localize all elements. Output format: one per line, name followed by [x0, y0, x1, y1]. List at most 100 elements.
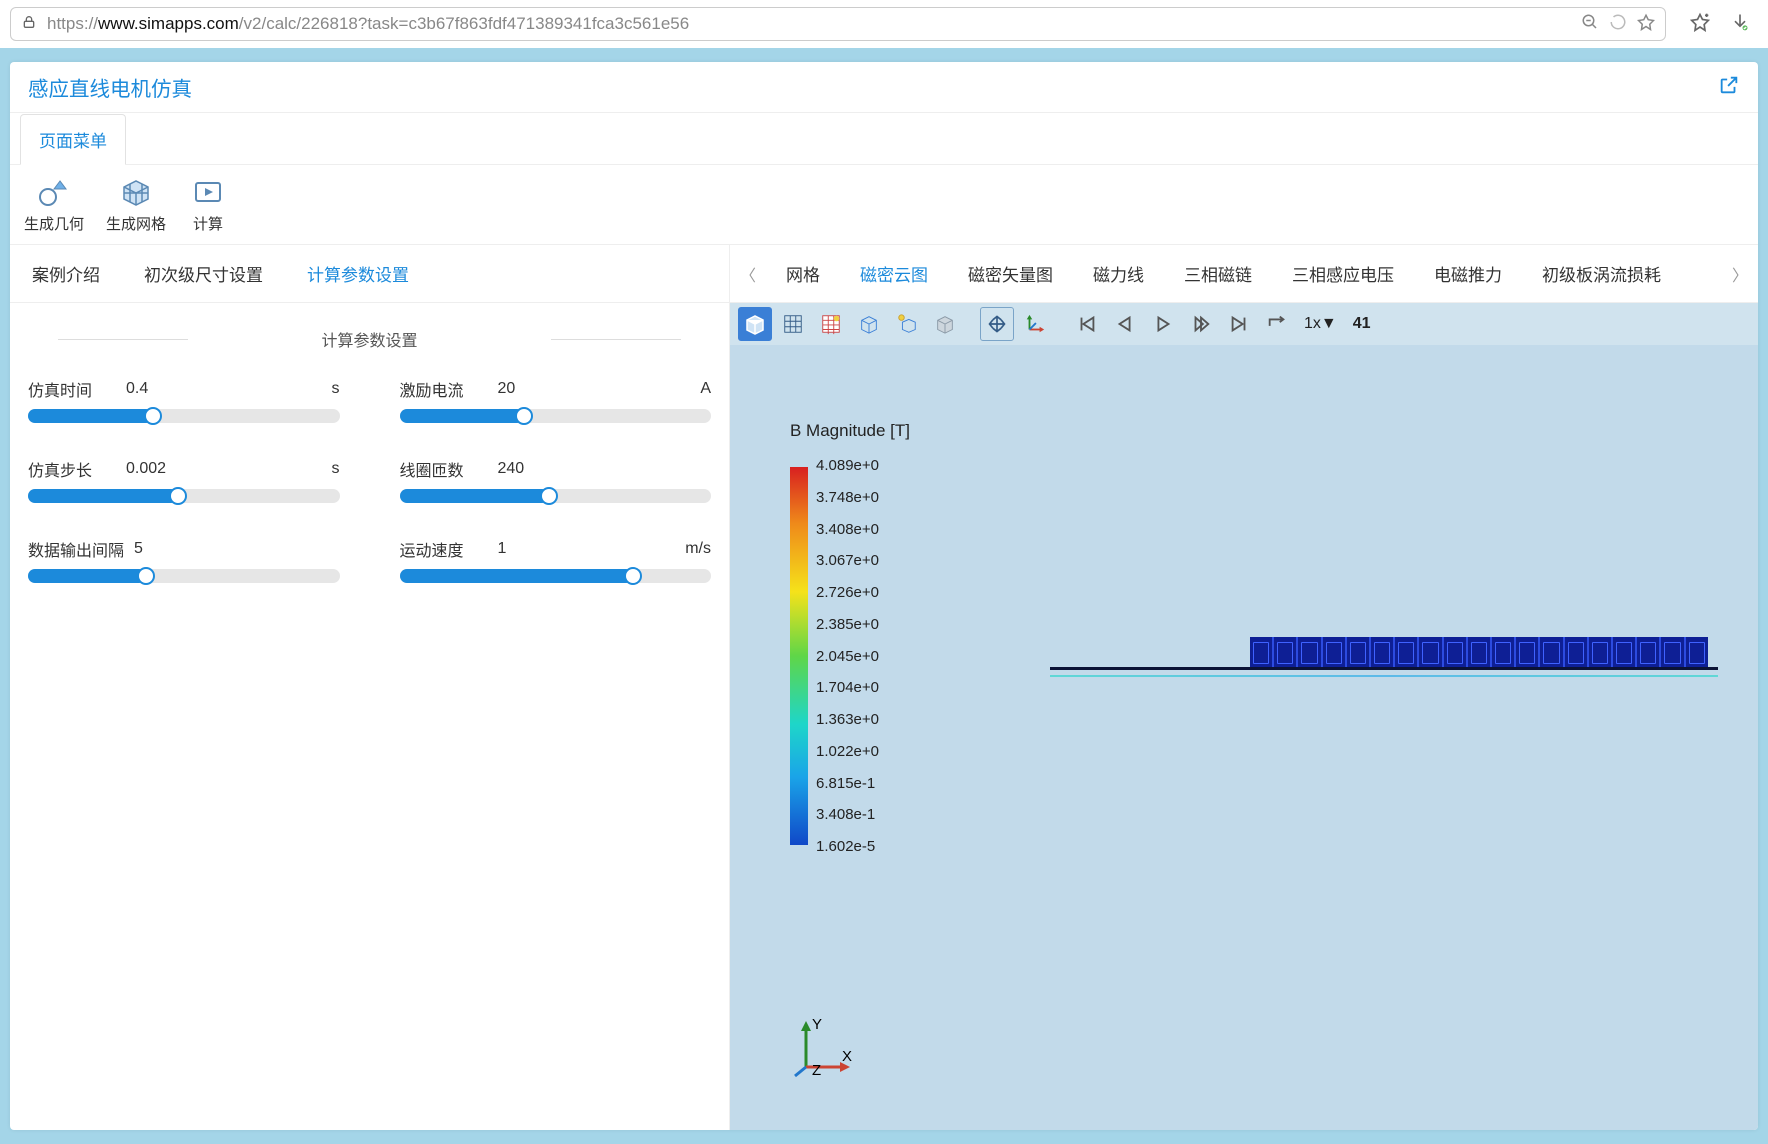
refresh-icon[interactable]	[1609, 13, 1627, 36]
collections-icon[interactable]	[1690, 12, 1710, 37]
grid-icon[interactable]	[776, 307, 810, 341]
table-icon[interactable]	[814, 307, 848, 341]
generate-mesh-button[interactable]: 生成网格	[106, 175, 166, 234]
param-slider[interactable]	[400, 489, 712, 503]
legend-value: 3.748e+0	[816, 489, 879, 506]
right-tabs: 网格磁密云图磁密矢量图磁力线三相磁链三相感应电压电磁推力初级板涡流损耗	[766, 245, 1722, 302]
legend-value: 4.089e+0	[816, 457, 879, 474]
zoom-out-icon[interactable]	[1581, 13, 1599, 36]
param-unit: s	[332, 460, 340, 478]
param-value: 0.002	[126, 460, 176, 478]
axis-triad-icon[interactable]	[1018, 307, 1052, 341]
ribbon-label: 生成网格	[106, 213, 166, 234]
result-tab[interactable]: 磁密云图	[840, 245, 948, 302]
legend-value: 6.815e-1	[816, 775, 879, 792]
legend-value: 1.022e+0	[816, 743, 879, 760]
lock-icon	[21, 14, 37, 35]
result-tab[interactable]: 三相磁链	[1164, 245, 1272, 302]
tab-page-menu[interactable]: 页面菜单	[20, 114, 126, 165]
param-unit: A	[700, 380, 711, 398]
legend-value: 1.602e-5	[816, 838, 879, 855]
svg-text:Z: Z	[812, 1062, 821, 1079]
last-frame-icon[interactable]	[1222, 307, 1256, 341]
ribbon-label: 计算	[193, 213, 223, 234]
legend-value: 2.045e+0	[816, 648, 879, 665]
favorite-icon[interactable]	[1637, 13, 1655, 36]
param-value: 5	[134, 540, 184, 558]
view-cube-icon[interactable]	[738, 307, 772, 341]
color-legend: 4.089e+03.748e+03.408e+03.067e+02.726e+0…	[790, 457, 879, 855]
first-frame-icon[interactable]	[1070, 307, 1104, 341]
svg-text:X: X	[842, 1048, 852, 1065]
legend-labels: 4.089e+03.748e+03.408e+03.067e+02.726e+0…	[816, 457, 879, 855]
next-frame-icon[interactable]	[1184, 307, 1218, 341]
address-bar[interactable]: https://www.simapps.com/v2/calc/226818?t…	[10, 7, 1666, 41]
menu-tabs: 页面菜单	[10, 113, 1758, 165]
browser-bar: https://www.simapps.com/v2/calc/226818?t…	[0, 0, 1768, 48]
param-value: 1	[498, 540, 548, 558]
result-tab[interactable]: 磁力线	[1073, 245, 1164, 302]
compute-button[interactable]: 计算	[188, 175, 228, 234]
app-body: 案例介绍 初次级尺寸设置 计算参数设置 计算参数设置 仿真时间 0.4 s 激励电流 2…	[10, 245, 1758, 1130]
open-external-icon[interactable]	[1718, 74, 1740, 101]
param-label: 仿真步长	[28, 457, 116, 481]
param-field: 激励电流 20 A	[400, 377, 712, 401]
param-slider[interactable]	[28, 569, 340, 583]
page-background: 感应直线电机仿真 页面菜单 生成几何 生成网格 计算	[0, 48, 1768, 1144]
param-label: 运动速度	[400, 537, 488, 561]
app-window: 感应直线电机仿真 页面菜单 生成几何 生成网格 计算	[10, 62, 1758, 1130]
solid-cube-icon[interactable]	[928, 307, 962, 341]
legend-value: 3.067e+0	[816, 552, 879, 569]
download-icon[interactable]	[1730, 12, 1750, 37]
param-field: 仿真时间 0.4 s	[28, 377, 340, 401]
browser-actions	[1676, 12, 1758, 37]
viewport-canvas[interactable]: B Magnitude [T] 4.089e+03.748e+03.408e+0…	[730, 345, 1758, 1130]
result-tab[interactable]: 电磁推力	[1414, 245, 1522, 302]
tabs-scroll-left-icon[interactable]: 〈	[730, 262, 766, 286]
frame-number: 41	[1347, 315, 1377, 333]
legend-title: B Magnitude [T]	[790, 421, 910, 441]
result-tab[interactable]: 三相感应电压	[1272, 245, 1414, 302]
loop-icon[interactable]	[1260, 307, 1294, 341]
right-pane: 〈 网格磁密云图磁密矢量图磁力线三相磁链三相感应电压电磁推力初级板涡流损耗 〉	[730, 245, 1758, 1130]
params-panel: 计算参数设置 仿真时间0.4s激励电流20A仿真步长0.002s线圈匝数240数…	[10, 303, 729, 607]
param-slider[interactable]	[400, 409, 712, 423]
app-header: 感应直线电机仿真	[10, 62, 1758, 113]
param-field: 仿真步长 0.002 s	[28, 457, 340, 481]
result-tab[interactable]: 初级板涡流损耗	[1522, 245, 1681, 302]
param-value: 240	[498, 460, 548, 478]
lightbulb-cube-icon[interactable]	[890, 307, 924, 341]
url-text[interactable]: https://www.simapps.com/v2/calc/226818?t…	[47, 14, 1571, 34]
param-value: 0.4	[126, 380, 176, 398]
tab-calc-params[interactable]: 计算参数设置	[285, 245, 431, 302]
param-slider[interactable]	[400, 569, 712, 583]
param-unit: s	[332, 380, 340, 398]
app-title: 感应直线电机仿真	[28, 72, 192, 102]
tab-case-intro[interactable]: 案例介绍	[10, 245, 122, 302]
param-slider[interactable]	[28, 489, 340, 503]
param-value: 20	[498, 380, 548, 398]
param-slider[interactable]	[28, 409, 340, 423]
wireframe-icon[interactable]	[852, 307, 886, 341]
legend-value: 1.704e+0	[816, 679, 879, 696]
legend-value: 2.726e+0	[816, 584, 879, 601]
pan-icon[interactable]	[980, 307, 1014, 341]
tab-dimensions[interactable]: 初次级尺寸设置	[122, 245, 285, 302]
param-unit: m/s	[685, 540, 711, 558]
left-tabs: 案例介绍 初次级尺寸设置 计算参数设置	[10, 245, 729, 303]
ribbon-toolbar: 生成几何 生成网格 计算	[10, 165, 1758, 245]
param-label: 激励电流	[400, 377, 488, 401]
param-field: 运动速度 1 m/s	[400, 537, 712, 561]
param-label: 仿真时间	[28, 377, 116, 401]
param-label: 数据输出间隔	[28, 537, 124, 561]
playback-speed[interactable]: 1x▼	[1298, 315, 1343, 333]
result-tab[interactable]: 磁密矢量图	[948, 245, 1073, 302]
generate-geometry-button[interactable]: 生成几何	[24, 175, 84, 234]
play-icon[interactable]	[1146, 307, 1180, 341]
prev-frame-icon[interactable]	[1108, 307, 1142, 341]
tabs-scroll-right-icon[interactable]: 〉	[1722, 262, 1758, 286]
param-label: 线圈匝数	[400, 457, 488, 481]
legend-value: 3.408e-1	[816, 806, 879, 823]
result-tab[interactable]: 网格	[766, 245, 840, 302]
simulation-model	[1050, 637, 1718, 683]
